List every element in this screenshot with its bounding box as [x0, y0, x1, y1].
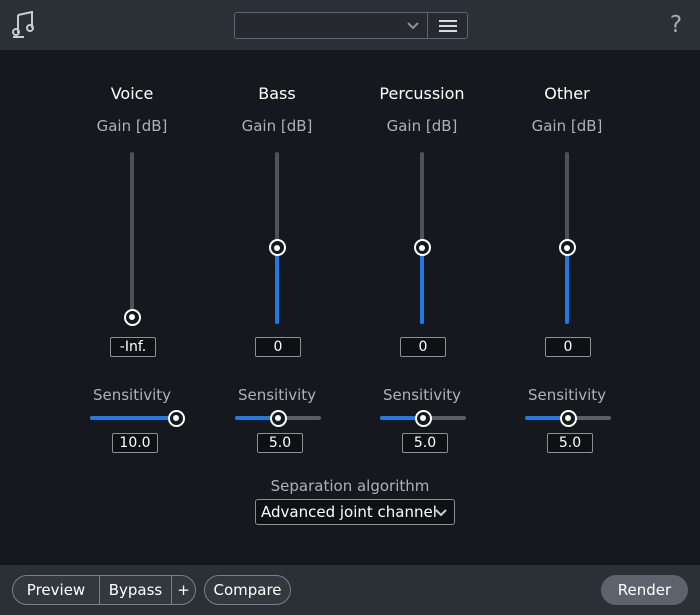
sensitivity-label: Sensitivity	[382, 386, 462, 404]
add-button[interactable]: +	[172, 576, 195, 604]
gain-label: Gain [dB]	[531, 117, 603, 135]
bottom-toolbar: Preview Bypass + Compare Render	[0, 565, 700, 615]
preview-button[interactable]: Preview	[13, 576, 99, 604]
gain-slider-fill	[565, 254, 569, 324]
music-note-icon[interactable]	[12, 10, 36, 39]
gain-label: Gain [dB]	[386, 117, 458, 135]
chevron-down-icon	[407, 22, 419, 30]
sensitivity-label: Sensitivity	[527, 386, 607, 404]
gain-label: Gain [dB]	[241, 117, 313, 135]
gain-slider-handle[interactable]	[413, 239, 431, 257]
sensitivity-label: Sensitivity	[92, 386, 172, 404]
gain-value-field[interactable]: 0	[255, 337, 301, 357]
gain-slider-handle[interactable]	[558, 239, 576, 257]
gain-slider-handle[interactable]	[268, 239, 286, 257]
help-icon[interactable]: ?	[667, 10, 685, 40]
module-panel: Voice Gain [dB] -Inf. Sensitivity 10.0 B…	[0, 50, 700, 565]
channel-bass: Bass Gain [dB] 0 Sensitivity 5.0	[207, 50, 347, 470]
sensitivity-slider[interactable]	[90, 416, 176, 420]
compare-button[interactable]: Compare	[204, 575, 291, 605]
gain-slider[interactable]	[130, 152, 134, 324]
gain-value-field[interactable]: -Inf.	[110, 337, 156, 357]
sensitivity-value-field[interactable]: 10.0	[112, 433, 158, 453]
channel-title: Voice	[110, 84, 154, 103]
gain-value-field[interactable]: 0	[545, 337, 591, 357]
sensitivity-slider-handle[interactable]	[269, 409, 287, 427]
gain-value-field[interactable]: 0	[400, 337, 446, 357]
sensitivity-slider-handle[interactable]	[414, 409, 432, 427]
gain-slider[interactable]	[565, 152, 569, 324]
sensitivity-label: Sensitivity	[237, 386, 317, 404]
gain-slider[interactable]	[275, 152, 279, 324]
top-toolbar: ?	[0, 0, 700, 50]
channel-voice: Voice Gain [dB] -Inf. Sensitivity 10.0	[62, 50, 202, 470]
sensitivity-value-field[interactable]: 5.0	[402, 433, 448, 453]
channel-percussion: Percussion Gain [dB] 0 Sensitivity 5.0	[352, 50, 492, 470]
render-button[interactable]: Render	[601, 575, 688, 605]
separation-algorithm-label: Separation algorithm	[270, 477, 430, 495]
channel-title: Other	[544, 84, 590, 103]
channel-title: Percussion	[379, 84, 465, 103]
gain-slider-fill	[275, 254, 279, 324]
bypass-button[interactable]: Bypass	[100, 576, 171, 604]
gain-slider[interactable]	[420, 152, 424, 324]
separation-algorithm-value: Advanced joint channel	[261, 503, 437, 521]
gain-label: Gain [dB]	[96, 117, 168, 135]
gain-slider-handle[interactable]	[123, 308, 141, 326]
sensitivity-slider-handle[interactable]	[559, 409, 577, 427]
sensitivity-value-field[interactable]: 5.0	[257, 433, 303, 453]
sensitivity-value-field[interactable]: 5.0	[547, 433, 593, 453]
preset-dropdown[interactable]	[234, 12, 428, 39]
separation-algorithm-dropdown[interactable]: Advanced joint channel	[255, 499, 455, 525]
sensitivity-slider-handle[interactable]	[167, 409, 185, 427]
preview-bypass-group: Preview Bypass +	[12, 575, 196, 605]
menu-button[interactable]	[427, 12, 468, 39]
channel-other: Other Gain [dB] 0 Sensitivity 5.0	[497, 50, 637, 470]
sensitivity-slider-fill	[90, 416, 176, 420]
gain-slider-fill	[420, 254, 424, 324]
channel-title: Bass	[258, 84, 296, 103]
chevron-down-icon	[435, 509, 447, 517]
